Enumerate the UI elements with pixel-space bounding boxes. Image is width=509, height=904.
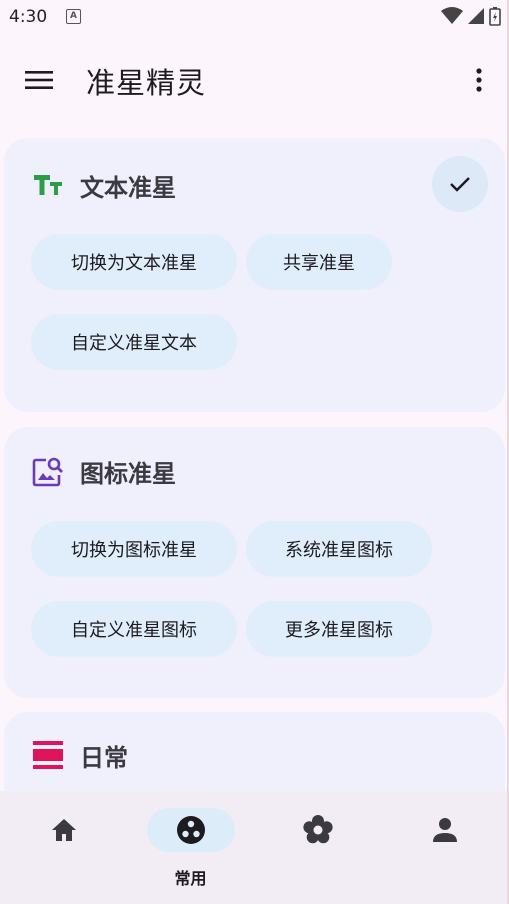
nav-settings-pill (274, 808, 362, 852)
switch-to-text-crosshair-chip[interactable]: 切换为文本准星 (31, 234, 237, 290)
signal-icon (468, 8, 484, 24)
switch-to-icon-crosshair-chip[interactable]: 切换为图标准星 (31, 521, 237, 577)
status-icons (441, 6, 501, 26)
more-vert-icon (476, 68, 482, 92)
status-time: 4:30 (9, 7, 48, 27)
notification-a-icon: A (66, 9, 81, 24)
daily-header: 日常 (32, 738, 128, 772)
icon-crosshair-title: 图标准星 (80, 459, 176, 488)
home-icon (52, 819, 76, 841)
text-crosshair-card: 文本准星 切换为文本准星 共享准星 自定义准星文本 (4, 138, 505, 412)
more-options-button[interactable] (457, 56, 501, 104)
nav-settings[interactable] (254, 791, 381, 904)
share-crosshair-chip[interactable]: 共享准星 (246, 234, 392, 290)
battery-icon (489, 7, 501, 26)
nav-profile-pill (401, 808, 489, 852)
nav-home-pill (20, 808, 108, 852)
status-bar: 4:30 A (0, 0, 509, 34)
person-icon (433, 818, 457, 842)
view-day-icon (33, 741, 63, 769)
text-crosshair-title: 文本准星 (80, 173, 176, 202)
menu-icon (25, 71, 53, 89)
nav-common-label: 常用 (174, 869, 207, 888)
bottom-navigation: 常用 (0, 791, 509, 904)
custom-crosshair-icon-chip[interactable]: 自定义准星图标 (31, 601, 237, 657)
text-crosshair-header: 文本准星 (32, 168, 176, 202)
image-search-icon (32, 457, 63, 487)
icon-crosshair-card: 图标准星 切换为图标准星 系统准星图标 自定义准星图标 更多准星图标 (4, 427, 505, 698)
nav-common[interactable]: 常用 (127, 791, 254, 904)
app-title: 准星精灵 (86, 66, 207, 100)
nav-profile[interactable] (381, 791, 508, 904)
nav-common-pill (147, 808, 235, 852)
more-crosshair-icons-chip[interactable]: 更多准星图标 (246, 601, 432, 657)
system-crosshair-icons-chip[interactable]: 系统准星图标 (246, 521, 432, 577)
flower-gear-icon (303, 815, 333, 844)
menu-button[interactable] (14, 56, 64, 104)
selected-check-button[interactable] (432, 156, 488, 212)
text-size-icon (34, 175, 62, 195)
nav-home[interactable] (0, 791, 127, 904)
scatter-icon (177, 816, 205, 844)
app-bar: 准星精灵 (0, 44, 509, 116)
wifi-icon (441, 7, 463, 24)
icon-crosshair-header: 图标准星 (32, 454, 176, 488)
custom-crosshair-text-chip[interactable]: 自定义准星文本 (31, 314, 237, 370)
check-icon (450, 177, 470, 192)
daily-title: 日常 (80, 743, 128, 772)
